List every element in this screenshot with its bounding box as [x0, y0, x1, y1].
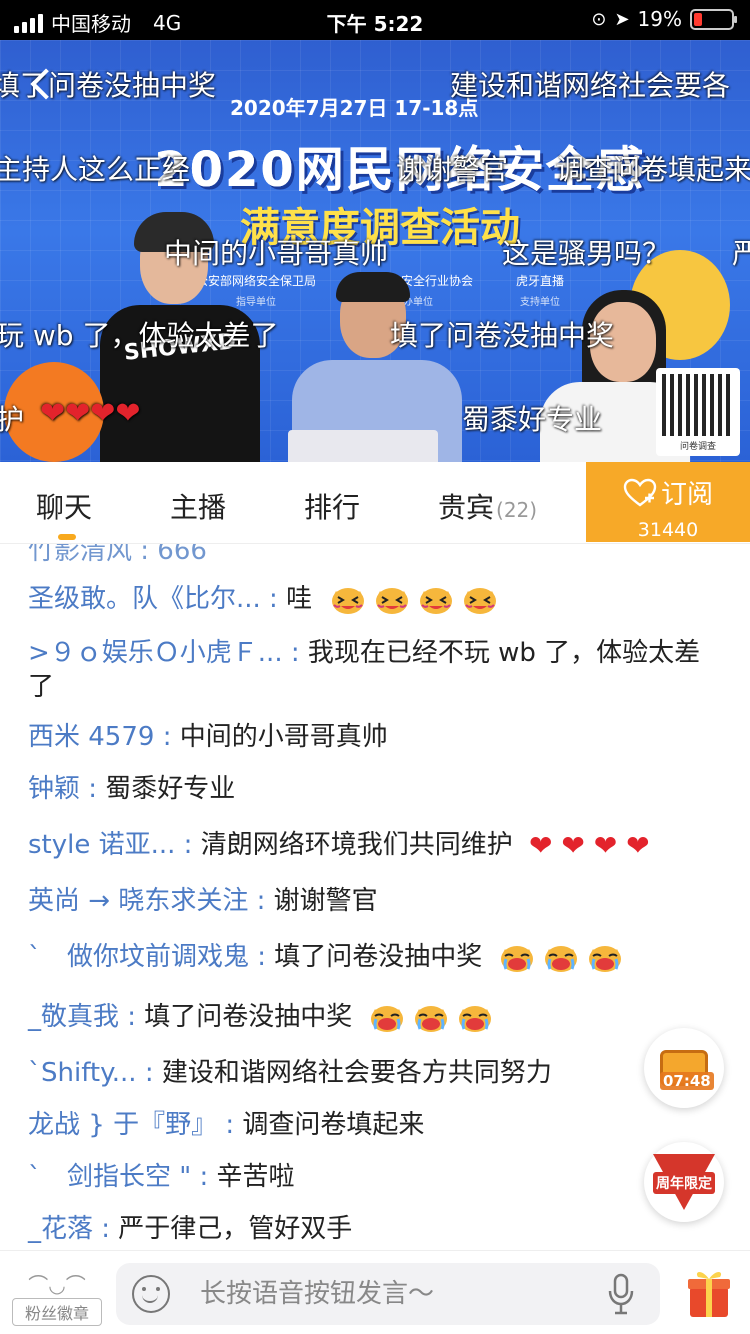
back-button[interactable] [22, 60, 62, 108]
chat-username[interactable]: 英尚 → 晓东求关注 : [28, 886, 274, 916]
chat-message[interactable]: 西米 4579 : 中间的小哥哥真帅 [28, 720, 718, 754]
danmaku-comment: 填了问卷没抽中奖 [390, 319, 615, 352]
chat-text: 蜀黍好专业 [105, 774, 236, 804]
chat-text: 谢谢警官 [273, 886, 378, 916]
chat-text: 建设和谐网络社会要各方共同努力 [161, 1058, 552, 1088]
chat-message[interactable]: ˋ 做你坟前调戏鬼 : 填了问卷没抽中奖 [28, 940, 718, 974]
qr-code[interactable]: 问卷调查 [656, 368, 740, 456]
chat-message[interactable]: 英尚 → 晓东求关注 : 谢谢警官 [28, 884, 718, 918]
chat-text: 严于律己，管好双手 [118, 1214, 353, 1244]
fan-badge-button[interactable]: ⌒◡⌒ 粉丝徽章 [12, 1269, 102, 1326]
tab-rank[interactable]: 排行 [304, 486, 360, 526]
chat-message[interactable]: style 诺亚... : 清朗网络环境我们共同维护 ❤ ❤ ❤ ❤ [28, 828, 718, 863]
orientation-lock-icon: ⊙ [591, 8, 607, 30]
chat-input-box[interactable] [116, 1263, 660, 1325]
heart-icon: ❤ ❤ ❤ ❤ [528, 828, 650, 862]
chat-message[interactable]: 圣级敢。队《比尔... : 哇 [28, 582, 718, 616]
chat-message[interactable]: >９ｏ娱乐Ｏ小虎Ｆ... : 我现在已经不玩 wb 了，体验太差了 [28, 636, 718, 704]
chat-input[interactable] [200, 1275, 580, 1313]
chat-text: 填了问卷没抽中奖 [274, 942, 483, 972]
subscribe-count: 31440 [637, 519, 699, 541]
laptop-image [288, 430, 438, 462]
tab-host[interactable]: 主播 [170, 486, 226, 526]
active-tab-indicator [58, 534, 76, 540]
danmaku-comment: 主持人这么正经 [0, 153, 191, 186]
chat-username[interactable]: 龙战 } 于『野』 : [28, 1110, 242, 1140]
chat-message[interactable]: 龙战 } 于『野』 : 调查问卷填起来 [28, 1108, 718, 1142]
fan-badge-label: 粉丝徽章 [12, 1298, 102, 1326]
danmaku-comment: 蜀黍好专业 [462, 403, 603, 436]
microphone-icon[interactable] [606, 1273, 636, 1315]
tiger-cry-emoji [369, 1002, 501, 1032]
danmaku-comment: 这是骚男吗？ [502, 237, 671, 270]
danmaku-comment: 调查问卷填起来 [556, 153, 750, 186]
wings-icon: ⌒◡⌒ [28, 1273, 86, 1297]
chat-message[interactable]: _敬真我 : 填了问卷没抽中奖 [28, 1000, 718, 1034]
chat-username[interactable]: 圣级敢。队《比尔... : [28, 584, 286, 614]
heart-icon: ❤❤❤❤ [40, 396, 141, 431]
back-arrow-icon [30, 68, 62, 100]
chat-username[interactable]: 西米 4579 : [28, 722, 180, 752]
chat-username[interactable]: ˋ 剑指长空 " : [28, 1162, 217, 1192]
danmaku-comment: 严 [732, 237, 750, 270]
anniversary-label: 周年限定 [653, 1172, 715, 1194]
gift-icon[interactable] [686, 1265, 732, 1319]
chat-username[interactable]: _花落 : [28, 1214, 118, 1244]
chat-username[interactable]: >９ｏ娱乐Ｏ小虎Ｆ... : [28, 638, 308, 668]
chest-timer: 07:48 [660, 1072, 714, 1090]
subscribe-label: 订阅 [660, 480, 713, 510]
chat-username[interactable]: _敬真我 : [28, 1002, 144, 1032]
danmaku-comment: 建设和谐网络社会要各 [450, 69, 731, 102]
treasure-chest-button[interactable]: 07:48 [644, 1028, 724, 1108]
chat-message[interactable]: 钟颖 : 蜀黍好专业 [28, 772, 718, 806]
chat-list[interactable]: 竹影清风 : 666 圣级敢。队《比尔... : 哇 >９ｏ娱乐Ｏ小虎Ｆ... … [0, 544, 750, 1250]
danmaku-comment: 谢谢警官 [396, 153, 509, 186]
chat-text: 辛苦啦 [216, 1162, 295, 1192]
tiger-laugh-emoji [330, 584, 506, 614]
live-video[interactable]: 2020年7月27日 17-18点 2020网民网络安全感 满意度调查活动 公安… [0, 40, 750, 462]
danmaku-comment: 护 [0, 403, 25, 436]
location-icon: ➤ [614, 8, 630, 30]
chat-username[interactable]: style 诺亚... : [28, 830, 201, 860]
bottom-bar: ⌒◡⌒ 粉丝徽章 [0, 1250, 750, 1334]
chat-username[interactable]: `Shifty... : [28, 1058, 162, 1088]
chat-message[interactable]: _花落 : 严于律己，管好双手 [28, 1212, 718, 1246]
tab-chat[interactable]: 聊天 [36, 486, 92, 526]
danmaku-comment: 玩 wb 了，体验太差了 [0, 319, 279, 352]
chat-message[interactable]: ˋ 剑指长空 " : 辛苦啦 [28, 1160, 718, 1194]
partial-message: 竹影清风 : 666 [28, 544, 207, 566]
chat-text: 填了问卷没抽中奖 [144, 1002, 353, 1032]
chat-text: 中间的小哥哥真帅 [179, 722, 388, 752]
anniversary-button[interactable]: 周年限定 [644, 1142, 724, 1222]
subscribe-button[interactable]: 订阅 31440 [586, 462, 750, 542]
chat-username[interactable]: 钟颖 : [28, 774, 105, 804]
heart-plus-icon [623, 478, 657, 506]
tab-bar: 聊天 主播 排行 贵宾 (22) 订阅 31440 [0, 462, 750, 544]
chat-text: 调查问卷填起来 [242, 1110, 425, 1140]
tab-vip[interactable]: 贵宾 (22) [438, 486, 537, 526]
chat-message[interactable]: `Shifty... : 建设和谐网络社会要各方共同努力 [28, 1056, 718, 1090]
status-bar: 中国移动 4G 下午 5:22 ⊙ ➤ 19% [0, 0, 750, 40]
battery-icon [690, 8, 737, 30]
chat-username[interactable]: ˋ 做你坟前调戏鬼 : [28, 942, 274, 972]
emoji-smile-icon[interactable] [132, 1275, 170, 1313]
org-3: 虎牙直播 支持单位 [515, 274, 564, 308]
danmaku-comment: 中间的小哥哥真帅 [164, 237, 389, 270]
battery-percent: 19% [637, 7, 682, 31]
chat-text: 清朗网络环境我们共同维护 [200, 830, 513, 860]
org-1: 公安部网络安全保卫局 指导单位 [196, 274, 317, 308]
tiger-cry-emoji [499, 942, 631, 972]
chat-text: 哇 [286, 584, 313, 614]
